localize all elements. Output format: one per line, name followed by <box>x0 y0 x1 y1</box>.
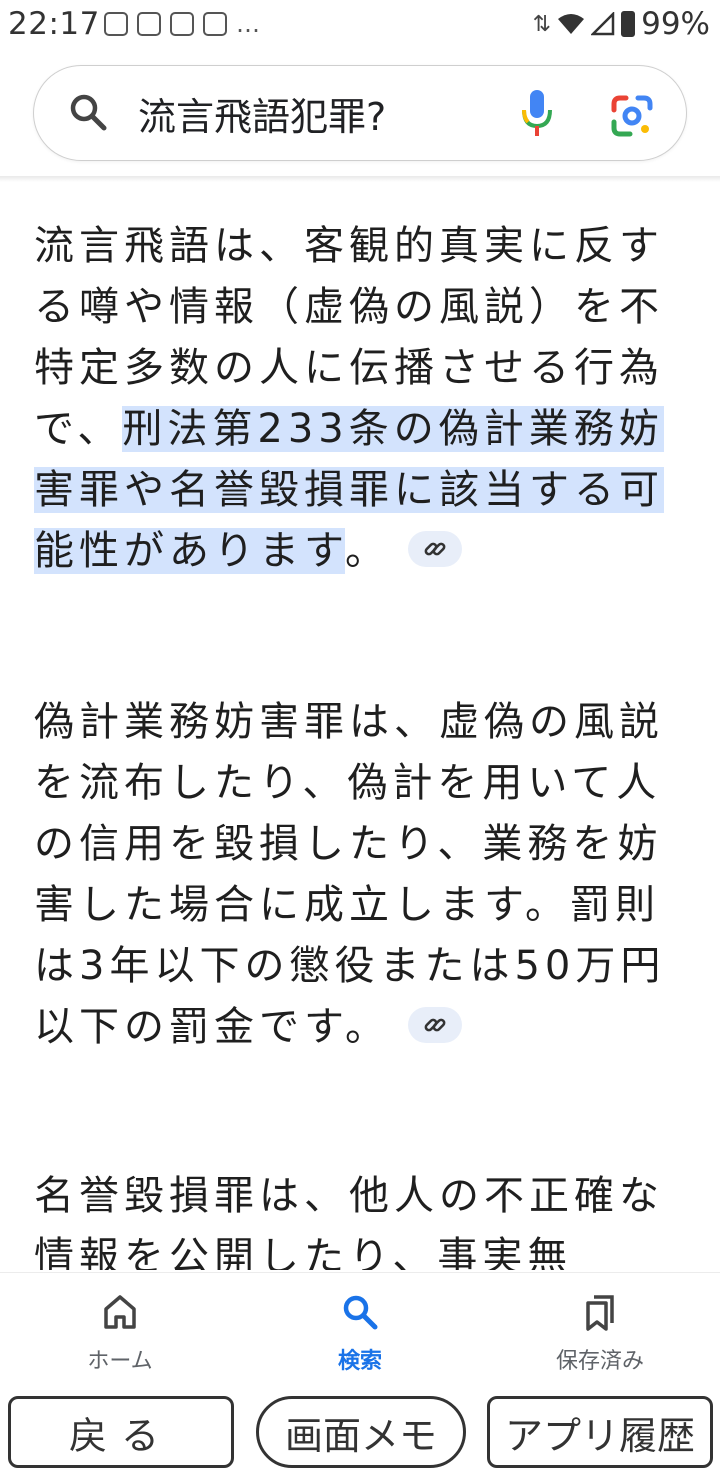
nav-search[interactable]: 検索 <box>280 1293 440 1375</box>
status-bar: 22:17 … ⇅ 99% <box>0 0 720 50</box>
header-divider <box>0 176 720 182</box>
search-icon <box>343 1295 378 1330</box>
paragraph-text: 偽計業務妨害罪は、虚偽の風説を流布したり、偽計を用いて人の信用を毀損したり、業務… <box>34 699 666 1050</box>
nav-saved-label: 保存済み <box>555 1349 644 1374</box>
overview-paragraph-2: 偽計業務妨害罪は、虚偽の風説を流布したり、偽計を用いて人の信用を毀損したり、業務… <box>34 692 690 1058</box>
source-link-button[interactable] <box>408 531 462 567</box>
notification-icon <box>104 12 128 36</box>
search-bar[interactable]: 流言飛語犯罪? <box>33 65 687 161</box>
home-icon <box>104 1295 136 1329</box>
nav-saved[interactable]: 保存済み <box>520 1293 680 1375</box>
signal-icon <box>591 12 615 36</box>
link-icon <box>424 1018 446 1032</box>
paragraph-text: 。 <box>345 528 390 574</box>
search-icon[interactable] <box>68 92 108 132</box>
link-icon <box>424 542 446 556</box>
google-lens-icon[interactable] <box>610 94 654 138</box>
nav-home[interactable]: ホーム <box>40 1293 200 1375</box>
notification-icons: … <box>104 12 260 36</box>
screen-memo-button[interactable]: 画面メモ <box>256 1396 466 1468</box>
battery-percent: 99% <box>641 6 710 42</box>
bottom-navigation: ホーム 検索 保存済み <box>0 1272 720 1381</box>
wifi-icon <box>558 14 585 34</box>
notification-icon <box>170 12 194 36</box>
app-history-button[interactable]: アプリ履歴 <box>487 1396 713 1468</box>
battery-icon <box>621 11 636 37</box>
nav-search-label: 検索 <box>337 1349 382 1374</box>
clock: 22:17 <box>8 6 100 42</box>
notification-icon <box>137 12 161 36</box>
nav-home-label: ホーム <box>87 1349 153 1374</box>
back-button[interactable]: 戻る <box>8 1396 234 1468</box>
data-arrows-icon: ⇅ <box>532 11 552 37</box>
more-notifications-icon: … <box>236 10 260 38</box>
search-query[interactable]: 流言飛語犯罪? <box>138 86 386 141</box>
ai-overview-content: 流言飛語は、客観的真実に反する噂や情報（虚偽の風説）を不特定多数の人に伝播させる… <box>0 184 720 1270</box>
overview-paragraph-3: 名誉毀損罪は、他人の不正確な情報を公開したり、事実無 <box>34 1166 690 1270</box>
mic-icon[interactable] <box>520 88 554 138</box>
saved-bookmarks-icon <box>586 1295 614 1331</box>
system-navigation-bar: 戻る 画面メモ アプリ履歴 <box>0 1388 720 1480</box>
overview-paragraph-1: 流言飛語は、客観的真実に反する噂や情報（虚偽の風説）を不特定多数の人に伝播させる… <box>34 216 690 582</box>
source-link-button[interactable] <box>408 1007 462 1043</box>
notification-icon <box>203 12 227 36</box>
paragraph-text: 名誉毀損罪は、他人の不正確な情報を公開したり、事実無 <box>34 1173 664 1270</box>
